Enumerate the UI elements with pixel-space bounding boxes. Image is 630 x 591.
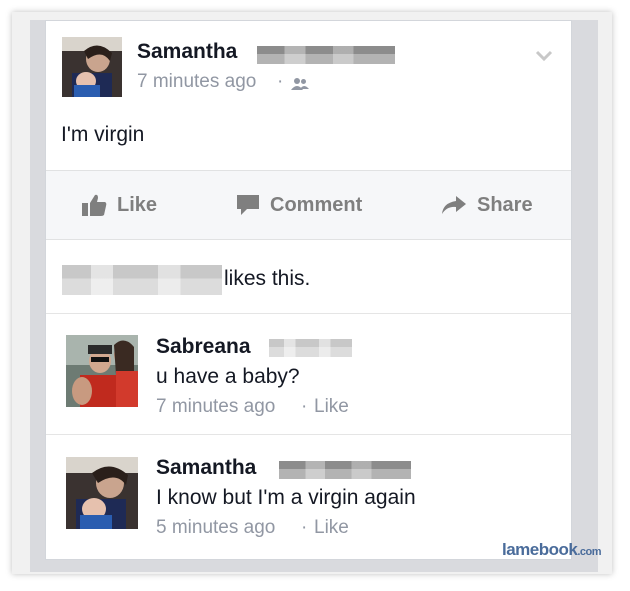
- comment-like-link[interactable]: Like: [314, 517, 349, 539]
- comment-timestamp[interactable]: 5 minutes ago: [156, 517, 275, 539]
- comment-author-name[interactable]: Samantha: [156, 456, 256, 480]
- watermark-suffix: .com: [577, 546, 602, 558]
- like-button[interactable]: Like: [81, 171, 157, 239]
- post-text: I'm virgin: [61, 123, 145, 146]
- watermark-main: lamebook: [502, 540, 578, 559]
- divider: [46, 434, 571, 435]
- comment-timestamp[interactable]: 7 minutes ago: [156, 396, 275, 418]
- commenter-avatar[interactable]: [66, 335, 138, 407]
- comment-text: u have a baby?: [156, 365, 300, 388]
- post-timestamp[interactable]: 7 minutes ago: [137, 71, 256, 93]
- comment-text: I know but I'm a virgin again: [156, 486, 416, 509]
- meta-separator: ·: [301, 517, 308, 538]
- share-button[interactable]: Share: [441, 171, 533, 239]
- commenter-avatar[interactable]: [66, 457, 138, 529]
- share-arrow-icon: [441, 195, 467, 215]
- redacted-surname: [257, 46, 395, 64]
- chevron-down-icon[interactable]: [535, 49, 553, 67]
- friends-icon[interactable]: [291, 77, 309, 96]
- share-button-label: Share: [477, 193, 533, 216]
- likes-summary: likes this.: [224, 267, 311, 290]
- meta-separator: ·: [277, 71, 284, 92]
- lamebook-watermark: lamebook.com: [502, 540, 602, 560]
- redacted-surname: [279, 461, 411, 479]
- comment-like-link[interactable]: Like: [314, 396, 349, 418]
- comment-button[interactable]: Comment: [236, 171, 362, 239]
- author-avatar[interactable]: [62, 37, 122, 97]
- comment-button-label: Comment: [270, 193, 363, 216]
- meta-separator: ·: [301, 396, 308, 417]
- action-bar: Like Comment Share: [46, 170, 571, 240]
- thumbs-up-icon: [81, 193, 107, 217]
- post-author-name[interactable]: Samantha: [137, 40, 237, 64]
- redacted-surname: [269, 339, 352, 357]
- redacted-liker-name[interactable]: [62, 265, 222, 295]
- comment-author-name[interactable]: Sabreana: [156, 335, 251, 359]
- divider: [46, 313, 571, 314]
- comment-icon: [236, 194, 260, 216]
- like-button-label: Like: [117, 193, 158, 216]
- post-card: Samantha 7 minutes ago · I'm virgin Like: [45, 20, 572, 560]
